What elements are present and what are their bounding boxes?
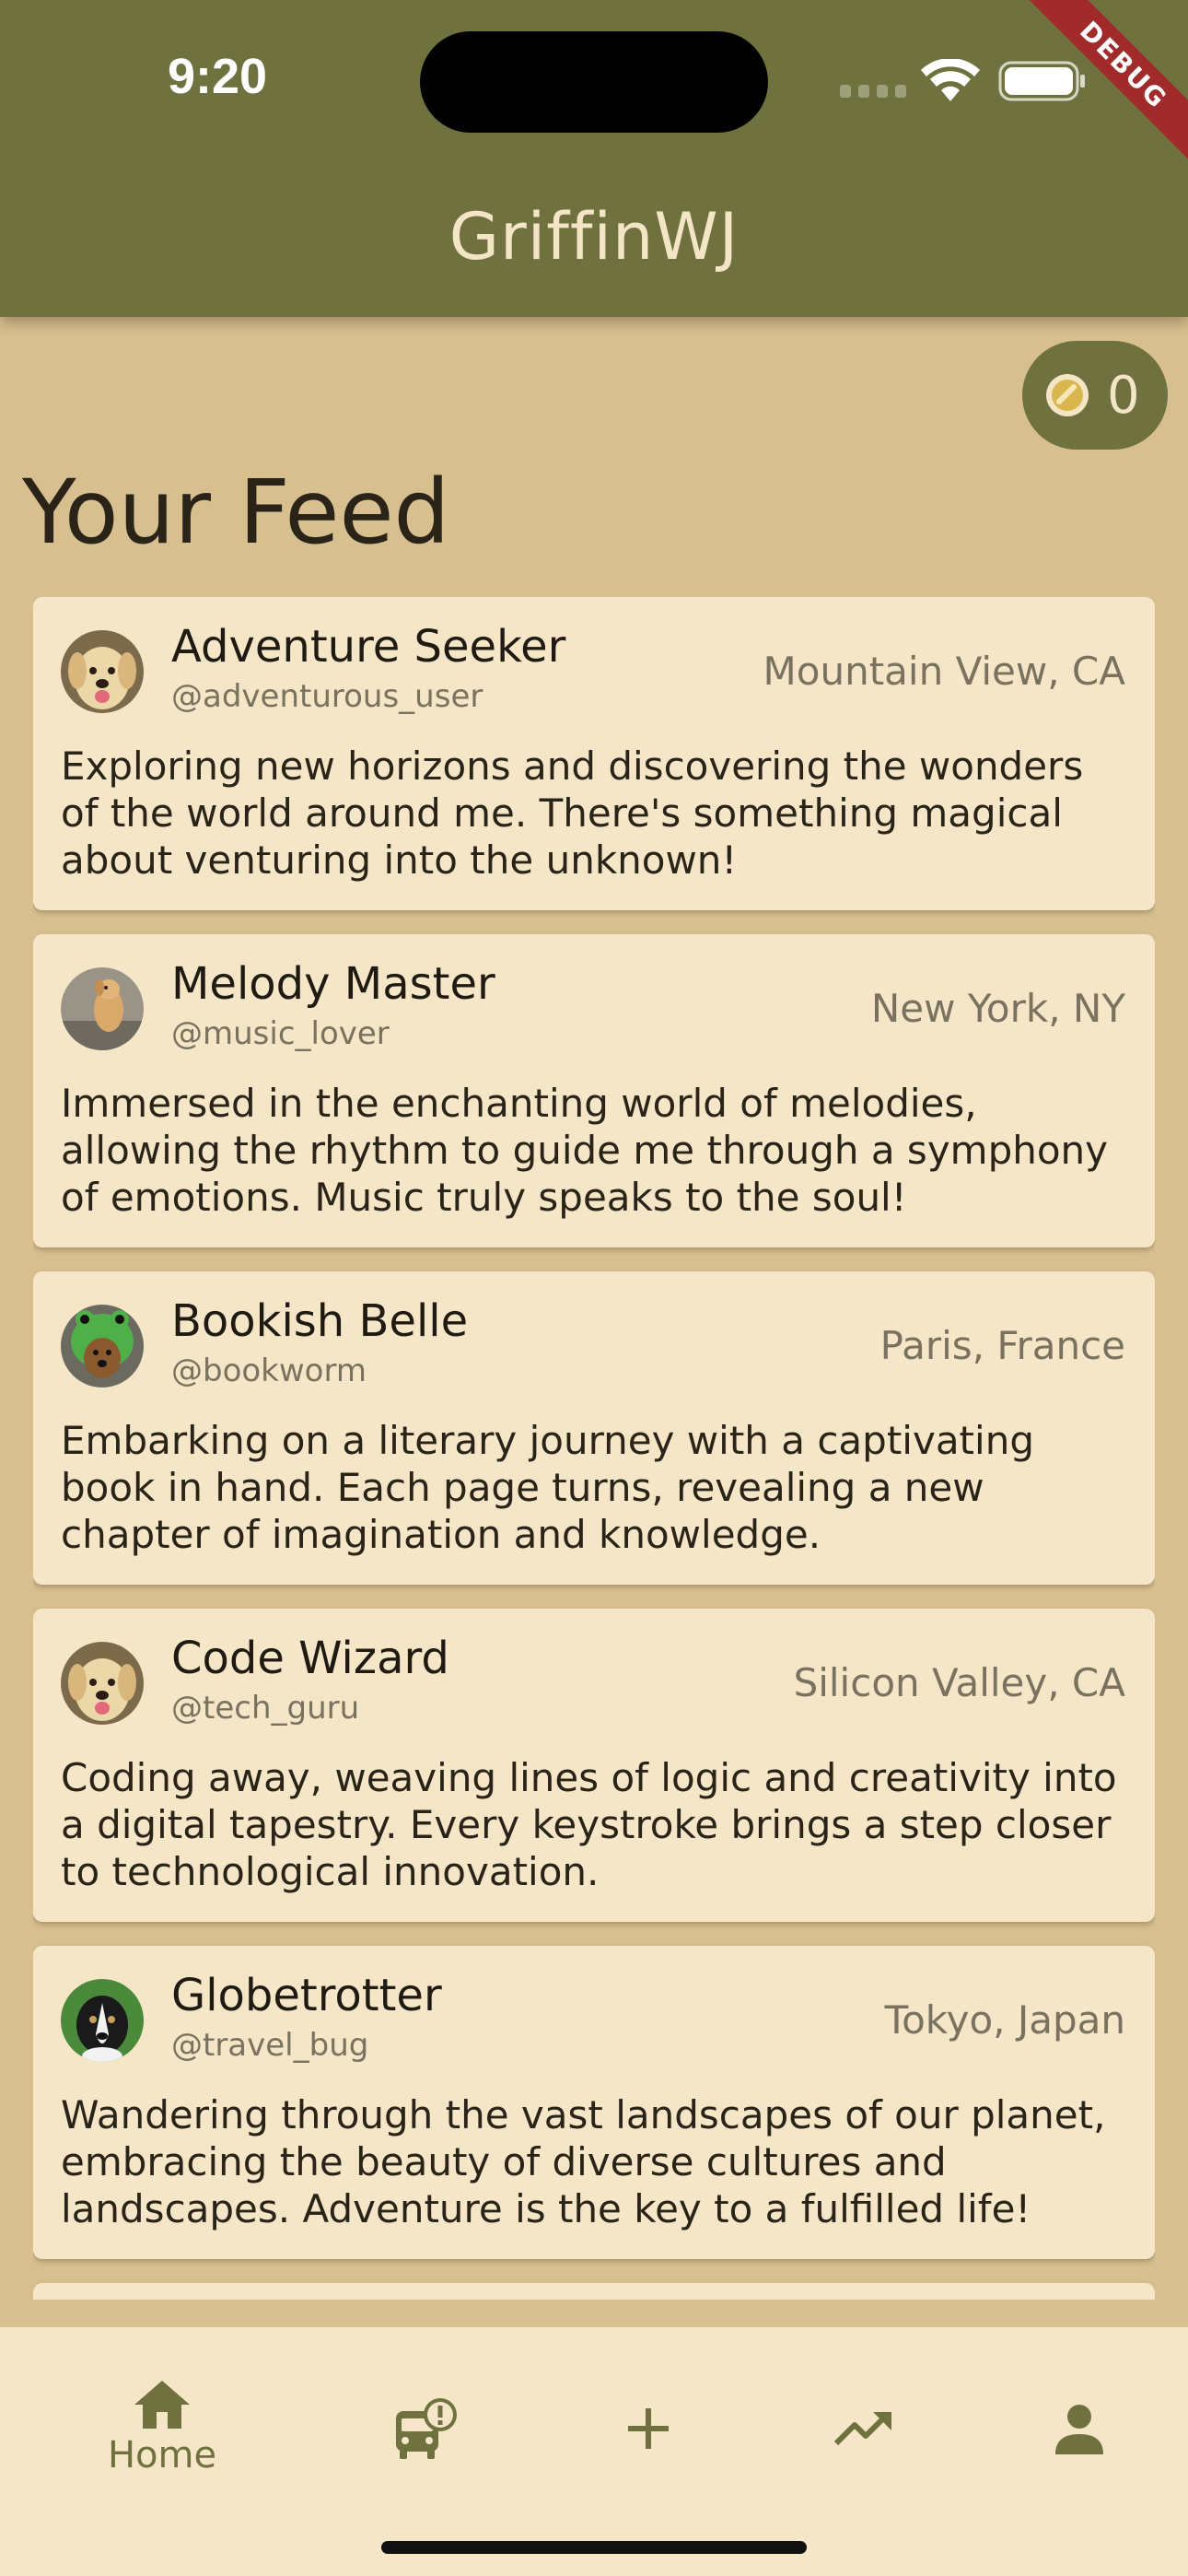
coin-count: 0 bbox=[1107, 365, 1140, 426]
wifi-icon bbox=[921, 59, 980, 101]
trending-up-icon bbox=[834, 2412, 891, 2446]
post-location: Silicon Valley, CA bbox=[793, 1660, 1125, 1705]
post-card[interactable]: Melody Master @music_lover New York, NY … bbox=[33, 934, 1155, 1247]
post-author-handle: @adventurous_user bbox=[171, 678, 483, 715]
post-body: Immersed in the enchanting world of melo… bbox=[61, 1081, 1109, 1220]
nav-trending[interactable] bbox=[772, 2327, 956, 2530]
app-title: GriffinWJ bbox=[448, 199, 740, 275]
nav-home[interactable]: Home bbox=[70, 2327, 254, 2530]
post-body: Wandering through the vast landscapes of… bbox=[61, 2092, 1106, 2231]
post-card[interactable]: Globetrotter @travel_bug Tokyo, Japan Wa… bbox=[33, 1946, 1155, 2259]
post-author-name: Adventure Seeker bbox=[171, 621, 566, 673]
post-location: New York, NY bbox=[870, 986, 1125, 1031]
post-body: Coding away, weaving lines of logic and … bbox=[61, 1755, 1117, 1894]
post-body: Embarking on a literary journey with a c… bbox=[61, 1418, 1034, 1557]
coin-balance-pill[interactable]: 0 bbox=[1022, 341, 1168, 450]
home-indicator[interactable] bbox=[381, 2541, 807, 2554]
person-icon bbox=[1055, 2405, 1103, 2454]
golden-retriever-avatar[interactable] bbox=[61, 1642, 144, 1725]
post-author-handle: @bookworm bbox=[171, 1352, 367, 1389]
post-card[interactable] bbox=[33, 2283, 1155, 2300]
post-author-name: Code Wizard bbox=[171, 1633, 449, 1684]
post-author-handle: @music_lover bbox=[171, 1015, 390, 1052]
nav-add[interactable] bbox=[556, 2327, 740, 2530]
coin-icon bbox=[1046, 374, 1089, 416]
nav-home-label: Home bbox=[107, 2434, 217, 2476]
frog-hat-dog-avatar[interactable] bbox=[61, 1305, 144, 1388]
status-time: 9:20 bbox=[168, 49, 268, 104]
cellular-signal-icon bbox=[840, 85, 906, 98]
post-author-name: Globetrotter bbox=[171, 1970, 442, 2021]
post-location: Paris, France bbox=[879, 1323, 1125, 1368]
feed-list[interactable]: Adventure Seeker @adventurous_user Mount… bbox=[33, 597, 1155, 2300]
post-location: Tokyo, Japan bbox=[884, 1997, 1125, 2043]
golden-retriever-avatar[interactable] bbox=[61, 630, 144, 713]
feed-title: Your Feed bbox=[22, 461, 450, 564]
post-author-name: Melody Master bbox=[171, 958, 495, 1010]
post-card[interactable]: Code Wizard @tech_guru Silicon Valley, C… bbox=[33, 1609, 1155, 1922]
post-author-handle: @tech_guru bbox=[171, 1690, 360, 1727]
debug-banner-label: DEBUG bbox=[1011, 0, 1188, 178]
post-body: Exploring new horizons and discovering t… bbox=[61, 744, 1084, 883]
dynamic-island bbox=[420, 31, 768, 133]
home-icon bbox=[134, 2381, 190, 2429]
debug-banner: DEBUG bbox=[1004, 0, 1188, 184]
bus-alert-icon bbox=[396, 2398, 457, 2459]
bottom-navigation-bar: Home bbox=[0, 2327, 1188, 2576]
dog-on-rock-avatar[interactable] bbox=[61, 967, 144, 1050]
post-card[interactable]: Bookish Belle @bookworm Paris, France Em… bbox=[33, 1271, 1155, 1585]
post-author-handle: @travel_bug bbox=[171, 2027, 369, 2064]
add-icon bbox=[628, 2408, 669, 2449]
nav-bus-alerts[interactable] bbox=[333, 2327, 518, 2530]
post-author-name: Bookish Belle bbox=[171, 1295, 469, 1347]
post-card[interactable]: Adventure Seeker @adventurous_user Mount… bbox=[33, 597, 1155, 910]
nav-profile[interactable] bbox=[987, 2327, 1171, 2530]
post-location: Mountain View, CA bbox=[763, 649, 1125, 694]
border-collie-avatar[interactable] bbox=[61, 1979, 144, 2062]
